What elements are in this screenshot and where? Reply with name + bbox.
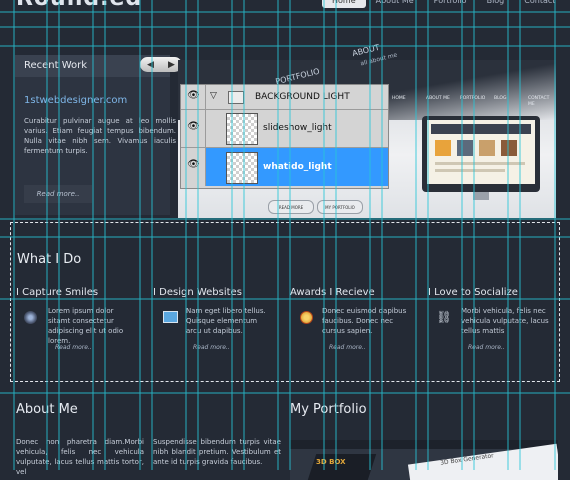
recent-work-read-more-button[interactable]: Read more..	[24, 185, 92, 203]
eye-icon[interactable]: 👁	[183, 90, 204, 101]
portfolio-thumbnail[interactable]: 3D BOX 3D Box Generator	[290, 440, 558, 480]
what-i-do-title: What I Do	[17, 252, 82, 267]
feature-read-more-link[interactable]: Read more..	[193, 344, 230, 351]
slideshow-read-more-button[interactable]: READ MORE	[268, 200, 314, 214]
slideshow-nav-item: PORTFOLIO	[460, 96, 486, 101]
camera-lens-icon	[22, 309, 38, 325]
monitor-icon	[162, 309, 178, 325]
feature-read-more-link[interactable]: Read more..	[55, 344, 92, 351]
portfolio-thumb-label: 3D BOX	[316, 458, 346, 466]
feature-title: I Love to Socialize	[428, 287, 518, 298]
layer-group-name: BACKGROUND LIGHT	[255, 92, 350, 102]
monitor-stand	[473, 192, 489, 200]
top-navigation: Home About Me Portfolio Blog Contact	[322, 0, 565, 8]
slideshow-nav-item: BLOG	[494, 96, 507, 101]
slideshow-portfolio-button[interactable]: MY PORTFOLIO	[317, 200, 363, 214]
layer-name: slideshow_light	[263, 123, 332, 133]
slideshow-nav-item: CONTACT ME	[528, 96, 550, 107]
folder-icon	[228, 91, 244, 104]
nav-about-me[interactable]: About Me	[366, 0, 424, 8]
layer-row-selected[interactable]: 👁 whatido_light	[181, 148, 388, 186]
layer-group-row[interactable]: 👁 ▽ BACKGROUND LIGHT	[181, 85, 388, 110]
nav-contact[interactable]: Contact	[514, 0, 565, 8]
about-me-text-column: Suspendisse bibendum turpis vitae nibh b…	[153, 438, 281, 466]
recent-work-site-link[interactable]: 1stwebdesigner.com	[24, 95, 127, 106]
slideshow-mock-nav: HOME ABOUT ME PORTFOLIO BLOG CONTACT ME	[392, 96, 552, 108]
nav-portfolio[interactable]: Portfolio	[424, 0, 477, 8]
feature-read-more-link[interactable]: Read more..	[468, 344, 505, 351]
about-me-text-column: Donec non pharetra diam.Morbi vehicula, …	[16, 438, 144, 476]
slideshow-nav-item: HOME	[392, 96, 406, 101]
chain-link-icon: ⛓	[436, 310, 452, 324]
about-me-title: About Me	[16, 402, 78, 417]
what-i-do-selection	[10, 222, 560, 382]
next-arrow-icon[interactable]: ▶	[168, 60, 175, 70]
feature-description: Lorem ipsum dolor sitamt consectetur adi…	[48, 307, 124, 345]
feature-title: Awards I Recieve	[290, 287, 375, 298]
disclosure-triangle-icon[interactable]: ▽	[210, 91, 217, 101]
slideshow-nav-item: ABOUT ME	[426, 96, 450, 101]
site-logo: Round.ed	[16, 0, 142, 11]
layer-thumbnail	[226, 152, 258, 184]
feature-read-more-link[interactable]: Read more..	[329, 344, 366, 351]
layer-divider	[205, 110, 206, 147]
feature-title: I Design Websites	[153, 287, 242, 298]
feature-description: Morbi vehicula, felis nec vehicula vulpu…	[461, 307, 549, 335]
monitor-screen	[427, 120, 535, 184]
award-medal-icon	[298, 309, 314, 325]
layer-thumbnail	[226, 113, 258, 145]
layer-name: whatido_light	[263, 162, 332, 172]
layer-row[interactable]: 👁 slideshow_light	[181, 110, 388, 148]
eye-icon[interactable]: 👁	[183, 121, 204, 132]
feature-title: I Capture Smiles	[16, 287, 99, 298]
nav-blog[interactable]: Blog	[477, 0, 515, 8]
prev-arrow-icon[interactable]: ◀	[147, 60, 154, 70]
layers-panel: 👁 ▽ BACKGROUND LIGHT 👁 slideshow_light 👁…	[180, 84, 389, 189]
nav-home[interactable]: Home	[322, 0, 366, 8]
my-portfolio-title: My Portfolio	[290, 402, 367, 417]
feature-description: Donec euismod dapibus faucibus. Donec ne…	[322, 307, 407, 335]
slider-arrows: ◀ ▶	[140, 57, 182, 72]
recent-work-description: Curabitur pulvinar augue at leo mollis v…	[24, 117, 176, 155]
recent-work-title: Recent Work	[24, 60, 88, 71]
layer-divider	[205, 85, 206, 109]
feature-description: Nam eget libero tellus. Quisque elementu…	[186, 307, 266, 335]
eye-icon[interactable]: 👁	[183, 159, 204, 170]
